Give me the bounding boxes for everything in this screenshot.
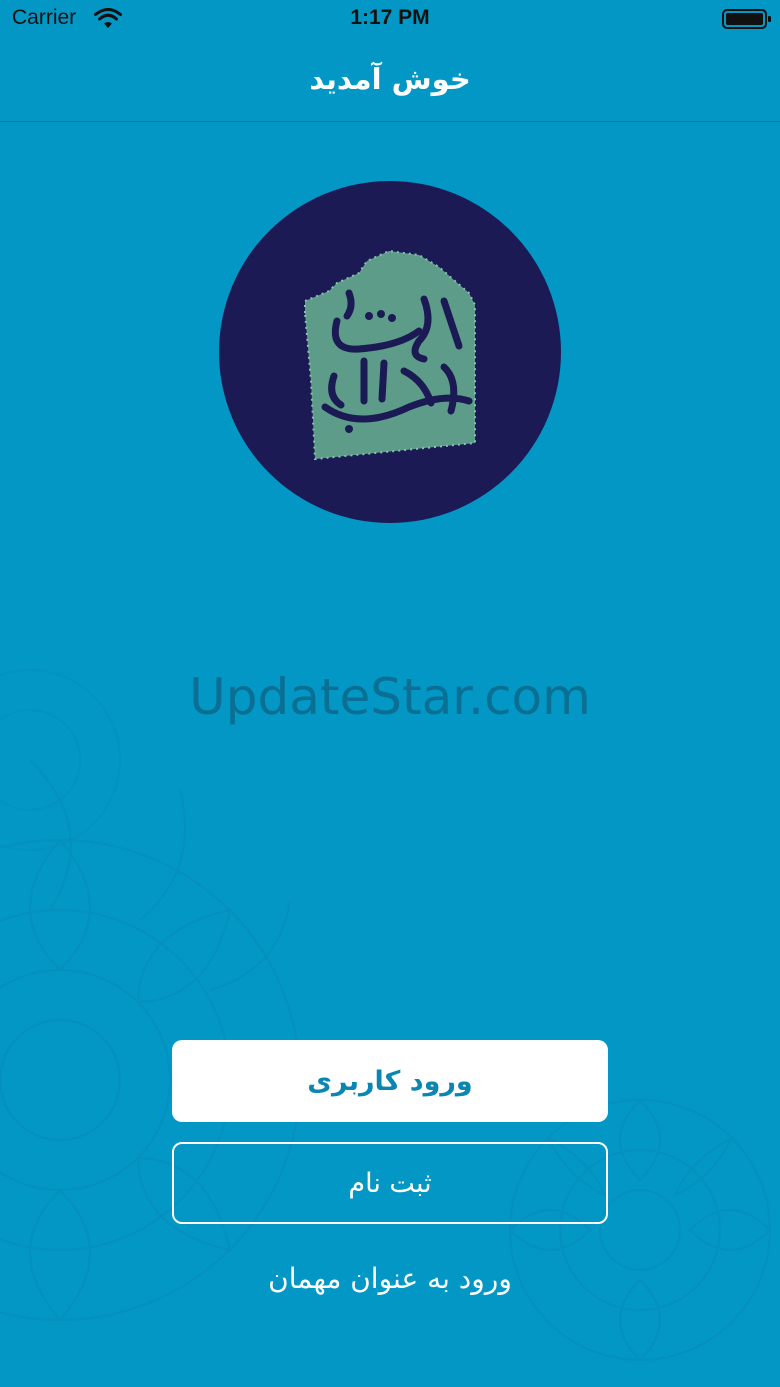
status-time: 1:17 PM — [350, 6, 430, 29]
battery-full-icon — [722, 9, 771, 29]
nav-title: خوش آمدید — [309, 62, 471, 96]
watermark-text: UpdateStar.com — [189, 668, 591, 726]
register-button[interactable]: ثبت نام — [172, 1142, 608, 1224]
guest-login-link[interactable]: ورود به عنوان مهمان — [0, 1262, 780, 1295]
navigation-bar: خوش آمدید — [0, 40, 780, 122]
status-bar: Carrier 1:17 PM — [0, 0, 780, 40]
app-logo — [219, 181, 561, 523]
login-button[interactable]: ورود کاربری — [172, 1040, 608, 1122]
calligraphy-logo-icon — [304, 249, 476, 461]
welcome-screen: Carrier 1:17 PM خوش آمدید UpdateStar.com… — [0, 0, 780, 1387]
